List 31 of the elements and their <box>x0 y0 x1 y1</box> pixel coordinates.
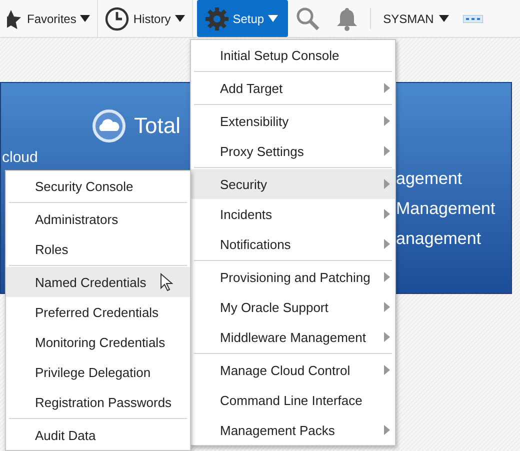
menu-item[interactable]: Notifications <box>191 229 395 259</box>
menu-item[interactable]: Monitoring Credentials <box>6 327 190 357</box>
menu-item[interactable]: Initial Setup Console <box>191 40 395 70</box>
menu-item[interactable]: Administrators <box>6 204 190 234</box>
menu-item[interactable]: Manage Cloud Control <box>191 355 395 385</box>
banner-text: cloud <box>2 149 38 166</box>
menu-item[interactable]: Incidents <box>191 199 395 229</box>
menu-item[interactable]: Security Console <box>6 171 190 201</box>
menu-item[interactable]: Provisioning and Patching <box>191 262 395 292</box>
banner-link[interactable]: anagement <box>396 224 511 254</box>
menu-item[interactable]: Named Credentials <box>6 267 190 297</box>
banner-link[interactable]: Management <box>396 194 511 224</box>
menu-item[interactable]: Management Packs <box>191 415 395 445</box>
banner-link[interactable]: agement <box>396 164 511 194</box>
menu-item[interactable]: Add Target <box>191 73 395 103</box>
user-menu-button[interactable]: SYSMAN <box>375 0 457 37</box>
menu-item[interactable]: Middleware Management <box>191 322 395 352</box>
menu-item[interactable]: Preferred Credentials <box>6 297 190 327</box>
menu-item[interactable]: Security <box>191 169 395 199</box>
menu-item[interactable]: My Oracle Support <box>191 292 395 322</box>
menu-item[interactable]: Command Line Interface <box>191 385 395 415</box>
menu-button[interactable]: History <box>98 0 193 37</box>
menu-button[interactable]: Favorites <box>0 0 98 37</box>
menu-item[interactable]: Privilege Delegation <box>6 357 190 387</box>
menu-item[interactable]: Proxy Settings <box>191 136 395 166</box>
menu-item[interactable]: Extensibility <box>191 106 395 136</box>
banner-title: Total <box>134 113 180 139</box>
menu-item[interactable]: Audit Data <box>6 420 190 450</box>
menu-item[interactable]: Roles <box>6 234 190 264</box>
menu-button[interactable]: Setup <box>196 0 288 37</box>
menu-item[interactable]: Registration Passwords <box>6 387 190 417</box>
